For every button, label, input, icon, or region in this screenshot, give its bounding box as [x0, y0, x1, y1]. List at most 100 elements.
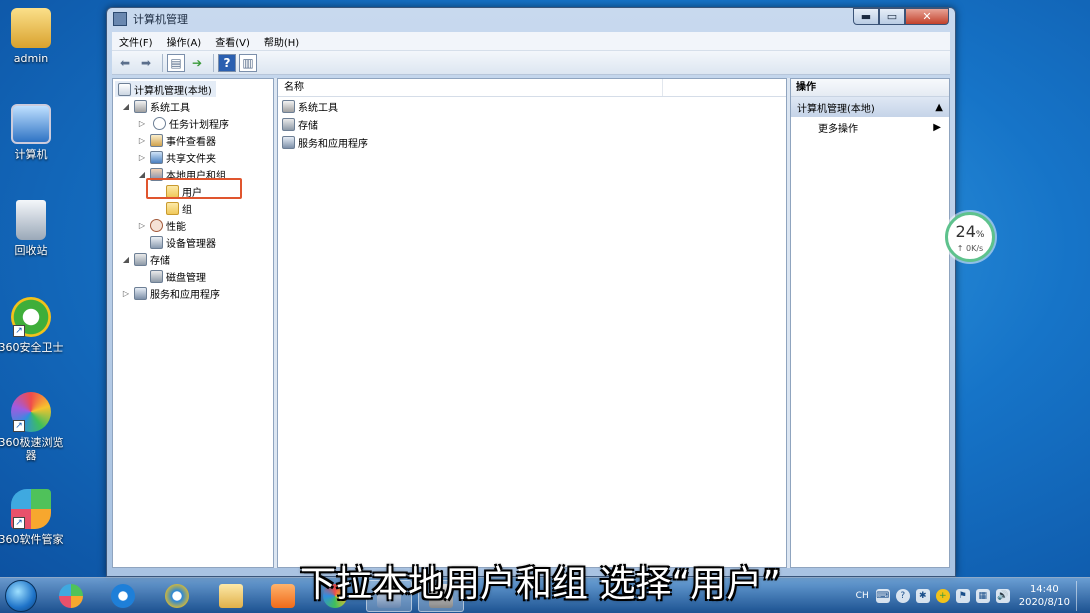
computer-management-window: 计算机管理 ▬ ▭ ✕ 文件(F) 操作(A) 查看(V) 帮助(H) ⬅ ➡ …	[106, 7, 956, 577]
user-folder-icon	[11, 8, 51, 48]
system-tray: CH ⌨ ? ✱ + ⚑ ▦ 🔊 14:40 2020/8/10	[856, 581, 1086, 611]
highlight-box	[146, 178, 242, 199]
keyboard-icon[interactable]: ⌨	[875, 589, 890, 603]
menu-action[interactable]: 操作(A)	[160, 34, 209, 49]
column-header-name[interactable]: 名称	[278, 79, 663, 96]
clock[interactable]: 14:40 2020/8/10	[1019, 583, 1070, 609]
network-icon[interactable]: ▦	[975, 589, 990, 603]
desktop-icon-360-browser[interactable]: ↗ 360极速浏览器	[0, 392, 64, 462]
network-speed-widget[interactable]: 24% ↑ 0K/s	[945, 212, 995, 262]
tree-item-system-tools[interactable]: ◢ 系统工具	[121, 98, 190, 114]
tree-item-event-viewer[interactable]: ▷ 事件查看器	[137, 132, 216, 148]
computer-management-icon	[118, 82, 131, 96]
list-item-system-tools[interactable]: 系统工具	[278, 97, 786, 115]
collapse-arrow-icon[interactable]: ◢	[121, 102, 131, 111]
services-icon	[282, 135, 295, 149]
tools-icon	[282, 99, 295, 113]
toolbar-separator	[162, 53, 163, 72]
desktop-icon-computer[interactable]: 计算机	[0, 104, 64, 161]
taskbar-explorer[interactable]	[208, 580, 254, 612]
network-usage-percent: 24%	[955, 222, 985, 241]
forward-arrow-icon[interactable]: ➡	[137, 54, 155, 72]
list-item-label: 系统工具	[298, 102, 338, 114]
folder-icon	[166, 201, 179, 215]
tree-item-root[interactable]: 计算机管理(本地)	[115, 81, 216, 97]
submenu-arrow-icon: ▶	[933, 121, 941, 133]
desktop-icon-recycle-bin[interactable]: 回收站	[0, 200, 64, 257]
internet-explorer-icon	[165, 584, 189, 608]
expand-arrow-icon[interactable]: ▷	[137, 221, 147, 230]
clock-date: 2020/8/10	[1018, 597, 1070, 608]
console-tree: 计算机管理(本地) ◢ 系统工具 ▷ 任务计划程序 ▷ 事件查看器 ▷ 共享文件…	[112, 78, 274, 568]
more-actions-label: 更多操作	[818, 123, 858, 135]
tree-item-label: 共享文件夹	[166, 153, 216, 165]
taskbar-ie-blue[interactable]	[100, 580, 146, 612]
collapse-arrow-icon[interactable]: ◢	[137, 170, 147, 179]
tree-item-task-scheduler[interactable]: ▷ 任务计划程序	[137, 115, 229, 131]
tree-item-label: 事件查看器	[166, 136, 216, 148]
desktop-icon-label: 回收站	[14, 244, 48, 257]
desktop-icon-360-security[interactable]: ↗ 360安全卫士	[0, 297, 64, 354]
title-bar[interactable]: 计算机管理	[107, 8, 955, 30]
menu-view[interactable]: 查看(V)	[208, 34, 257, 49]
menu-help[interactable]: 帮助(H)	[257, 34, 306, 49]
help-icon[interactable]: ?	[218, 53, 236, 72]
tree-item-groups[interactable]: 组	[153, 200, 192, 216]
tree-item-label: 设备管理器	[166, 238, 216, 250]
tree-item-label: 组	[182, 204, 192, 216]
toolbar: ⬅ ➡ ▤ ➔ ? ▥	[112, 51, 950, 75]
tree-item-storage[interactable]: ◢ 存储	[121, 251, 170, 267]
collapse-up-icon[interactable]: ▲	[935, 102, 943, 113]
media-player-icon	[271, 584, 295, 608]
settings-icon[interactable]: ✱	[915, 589, 930, 603]
back-arrow-icon[interactable]: ⬅	[116, 54, 134, 72]
storage-icon	[282, 117, 295, 131]
desktop-icon-360-software-manager[interactable]: ↗ 360软件管家	[0, 489, 64, 546]
volume-icon[interactable]: 🔊	[995, 589, 1010, 603]
tree-item-device-manager[interactable]: 设备管理器	[137, 234, 216, 250]
expand-arrow-icon[interactable]: ▷	[137, 136, 147, 145]
list-item-services-apps[interactable]: 服务和应用程序	[278, 133, 786, 151]
input-language[interactable]: CH	[856, 591, 869, 601]
export-list-icon[interactable]: ➔	[188, 54, 206, 72]
more-actions-item[interactable]: 更多操作 ▶	[791, 117, 949, 137]
list-item-storage[interactable]: 存储	[278, 115, 786, 133]
360-security-icon: ↗	[11, 297, 51, 337]
help-icon[interactable]: ?	[895, 589, 910, 603]
tree-item-services-apps[interactable]: ▷ 服务和应用程序	[121, 285, 220, 301]
expand-arrow-icon[interactable]: ▷	[121, 289, 131, 298]
close-button[interactable]: ✕	[905, 8, 949, 25]
action-center-icon[interactable]: ⚑	[955, 589, 970, 603]
show-action-pane-icon[interactable]: ▥	[239, 53, 257, 72]
desktop-icon-label: 360安全卫士	[0, 341, 64, 354]
tree-item-shared-folders[interactable]: ▷ 共享文件夹	[137, 149, 216, 165]
taskbar-ie[interactable]	[154, 580, 200, 612]
performance-icon	[150, 218, 163, 232]
shared-folder-icon	[150, 150, 163, 164]
minimize-button[interactable]: ▬	[853, 8, 879, 25]
device-manager-icon	[150, 235, 163, 249]
action-section-header[interactable]: 计算机管理(本地) ▲	[791, 97, 949, 117]
show-desktop-button[interactable]	[1076, 581, 1086, 611]
expand-arrow-icon[interactable]: ▷	[137, 153, 147, 162]
360-browser-icon: ↗	[11, 392, 51, 432]
computer-icon	[11, 104, 51, 144]
recycle-bin-icon	[16, 200, 46, 240]
tree-item-performance[interactable]: ▷ 性能	[137, 217, 186, 233]
action-section-label: 计算机管理(本地)	[797, 103, 875, 115]
menu-file[interactable]: 文件(F)	[112, 34, 160, 49]
menu-bar: 文件(F) 操作(A) 查看(V) 帮助(H)	[112, 32, 950, 51]
maximize-button[interactable]: ▭	[879, 8, 905, 25]
tree-item-disk-management[interactable]: 磁盘管理	[137, 268, 206, 284]
taskbar-360-software-manager[interactable]	[48, 580, 94, 612]
desktop-icon-admin[interactable]: admin	[0, 8, 64, 65]
expand-arrow-icon[interactable]: ▷	[137, 119, 147, 128]
tree-item-label: 任务计划程序	[169, 119, 229, 131]
show-hide-tree-icon[interactable]: ▤	[167, 53, 185, 72]
tree-item-label: 服务和应用程序	[150, 289, 220, 301]
event-viewer-icon	[150, 133, 163, 147]
start-button[interactable]	[5, 580, 37, 612]
collapse-arrow-icon[interactable]: ◢	[121, 255, 131, 264]
network-upload-speed: ↑ 0K/s	[956, 244, 984, 253]
360-security-tray-icon[interactable]: +	[935, 589, 950, 603]
